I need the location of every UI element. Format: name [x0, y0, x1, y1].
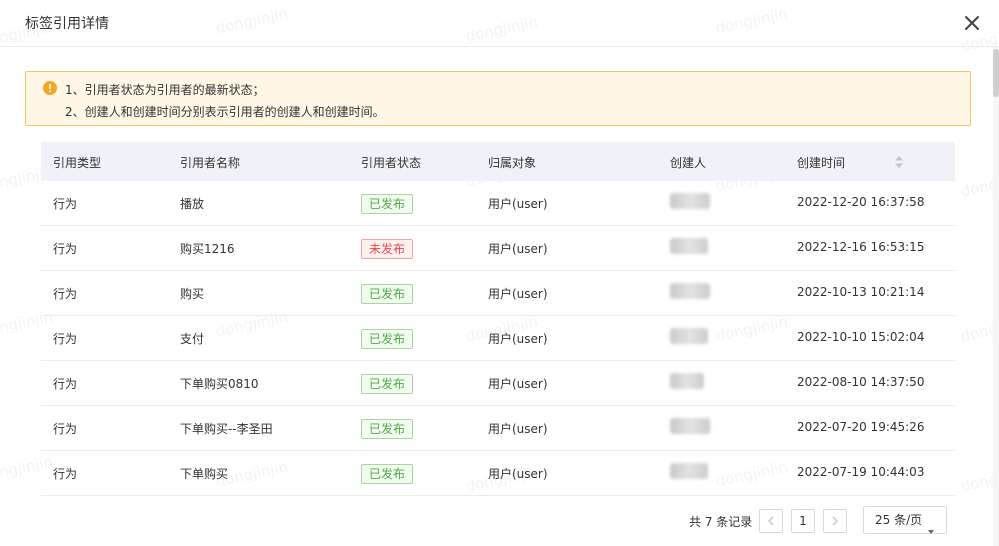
modal-title: 标签引用详情: [25, 16, 109, 32]
status-badge: 已发布: [361, 284, 414, 304]
cell-name: 购买: [180, 287, 205, 301]
cell-owner: 用户(user): [488, 197, 548, 211]
alert-line: 2、创建人和创建时间分别表示引用者的创建人和创建时间。: [65, 105, 385, 119]
info-alert: 1、引用者状态为引用者的最新状态； 2、创建人和创建时间分别表示引用者的创建人和…: [25, 71, 971, 126]
cell-status: 未发布: [361, 239, 414, 259]
table-body: 行为 播放 已发布 用户(user) 2022-12-20 16:37:58 行为 购买12…: [41, 181, 955, 496]
reference-detail-modal: dongjinjin dongjinjin dongjinjin dongjinjin…: [0, 0, 999, 546]
column-header-owner: 归属对象: [488, 156, 537, 170]
cell-name: 支付: [180, 332, 205, 346]
cell-owner: 用户(user): [488, 377, 548, 391]
cell-owner: 用户(user): [488, 422, 548, 436]
pagination-total: 共 7 条记录: [689, 515, 753, 529]
cell-creator-redacted: [670, 238, 708, 254]
cell-time: 2022-08-10 14:37:50: [797, 375, 925, 389]
table-row: 行为 下单购买 已发布 用户(user) 2022-07-19 10:44:03: [41, 451, 955, 496]
status-badge: 已发布: [361, 464, 414, 484]
cell-time: 2022-07-19 10:44:03: [797, 465, 925, 479]
warning-icon: [43, 81, 57, 95]
column-header-name: 引用者名称: [180, 156, 241, 170]
cell-creator-redacted: [670, 193, 710, 209]
next-page-button[interactable]: [823, 509, 847, 533]
cell-owner: 用户(user): [488, 332, 548, 346]
cell-owner: 用户(user): [488, 287, 548, 301]
page-number-button[interactable]: 1: [791, 509, 815, 533]
cell-time: 2022-10-10 15:02:04: [797, 330, 925, 344]
cell-name: 下单购买0810: [180, 377, 259, 391]
status-badge: 已发布: [361, 194, 414, 214]
cell-status: 已发布: [361, 419, 414, 439]
column-header-time[interactable]: 创建时间: [797, 154, 845, 171]
status-badge: 未发布: [361, 239, 414, 259]
alert-line: 1、引用者状态为引用者的最新状态；: [65, 83, 265, 97]
cell-type: 行为: [53, 377, 78, 391]
cell-name: 播放: [180, 197, 205, 211]
column-header-type: 引用类型: [53, 156, 102, 170]
cell-name: 购买1216: [180, 242, 235, 256]
column-header-status: 引用者状态: [361, 156, 422, 170]
table-row: 行为 播放 已发布 用户(user) 2022-12-20 16:37:58: [41, 181, 955, 226]
table-row: 行为 下单购买--李圣田 已发布 用户(user) 2022-07-20 19:45:2…: [41, 406, 955, 451]
cell-status: 已发布: [361, 194, 414, 214]
cell-creator-redacted: [670, 373, 704, 389]
cell-type: 行为: [53, 197, 78, 211]
column-header-creator: 创建人: [670, 156, 707, 170]
cell-type: 行为: [53, 422, 78, 436]
status-badge: 已发布: [361, 374, 414, 394]
cell-status: 已发布: [361, 374, 414, 394]
cell-name: 下单购买--李圣田: [180, 422, 273, 436]
cell-time: 2022-07-20 19:45:26: [797, 420, 925, 434]
reference-table: 引用类型 引用者名称 引用者状态 归属对象 创建人 创建时间 行为 播放 已发布 用户…: [41, 142, 955, 496]
cell-type: 行为: [53, 242, 78, 256]
table-row: 行为 下单购买0810 已发布 用户(user) 2022-08-10 14:37:50: [41, 361, 955, 406]
vertical-scrollbar[interactable]: [993, 47, 999, 546]
cell-creator-redacted: [670, 418, 710, 434]
cell-status: 已发布: [361, 329, 414, 349]
cell-type: 行为: [53, 332, 78, 346]
cell-name: 下单购买: [180, 467, 229, 481]
status-badge: 已发布: [361, 419, 414, 439]
modal-header: 标签引用详情: [0, 0, 999, 47]
cell-owner: 用户(user): [488, 242, 548, 256]
table-row: 行为 支付 已发布 用户(user) 2022-10-10 15:02:04: [41, 316, 955, 361]
status-badge: 已发布: [361, 329, 414, 349]
cell-creator-redacted: [670, 283, 710, 299]
cell-time: 2022-10-13 10:21:14: [797, 285, 925, 299]
cell-time: 2022-12-20 16:37:58: [797, 195, 925, 209]
cell-creator-redacted: [670, 463, 708, 479]
close-icon[interactable]: [962, 13, 982, 33]
prev-page-button[interactable]: [759, 509, 783, 533]
cell-status: 已发布: [361, 464, 414, 484]
cell-type: 行为: [53, 467, 78, 481]
cell-type: 行为: [53, 287, 78, 301]
cell-owner: 用户(user): [488, 467, 548, 481]
cell-creator-redacted: [670, 328, 708, 344]
table-row: 行为 购买 已发布 用户(user) 2022-10-13 10:21:14: [41, 271, 955, 316]
table-header: 引用类型 引用者名称 引用者状态 归属对象 创建人 创建时间: [41, 142, 955, 181]
page-size-label: 25 条/页: [875, 513, 923, 527]
table-row: 行为 购买1216 未发布 用户(user) 2022-12-16 16:53:15: [41, 226, 955, 271]
sort-icon[interactable]: [895, 156, 903, 168]
cell-status: 已发布: [361, 284, 414, 304]
page-size-select[interactable]: 25 条/页: [863, 506, 947, 534]
caret-down-icon: [928, 518, 934, 534]
cell-time: 2022-12-16 16:53:15: [797, 240, 925, 254]
scrollbar-thumb[interactable]: [993, 49, 999, 97]
